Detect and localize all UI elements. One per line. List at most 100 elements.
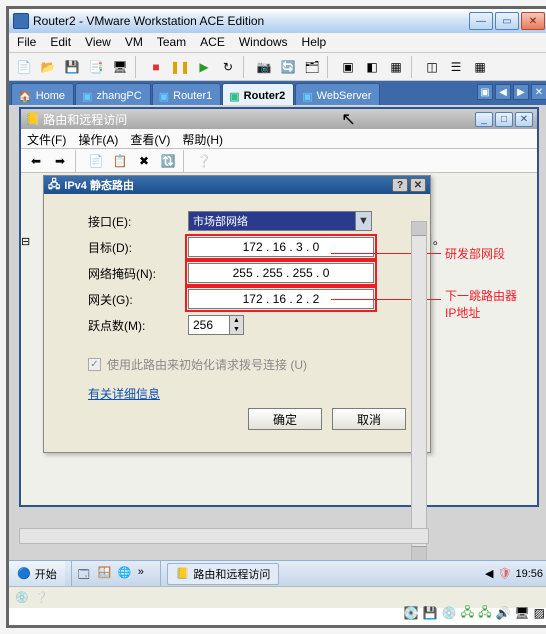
details-link[interactable]: 有关详细信息	[88, 387, 160, 401]
view1-icon[interactable]: ◫	[421, 56, 443, 78]
dev-cd-icon[interactable]: 💿	[442, 606, 457, 620]
scroll-up-icon[interactable]	[412, 222, 426, 236]
vm-titlebar: Router2 - VMware Workstation ACE Edition…	[9, 9, 546, 33]
view3-icon[interactable]: ▦	[469, 56, 491, 78]
menu-file[interactable]: File	[17, 35, 36, 50]
tree-node[interactable]: ⊟	[21, 235, 30, 248]
menu-windows[interactable]: Windows	[239, 35, 288, 50]
rras-titlebar[interactable]: 📒 路由和远程访问 ↖ _ □ ✕	[21, 109, 537, 129]
rras-max-button[interactable]: □	[495, 112, 513, 127]
rras-menu-action[interactable]: 操作(A)	[78, 131, 118, 146]
tb-save-icon[interactable]: 💾	[61, 56, 83, 78]
status-help-icon[interactable]: ❔	[35, 591, 49, 604]
tb-open-icon[interactable]: 📂	[37, 56, 59, 78]
spin-up-icon[interactable]: ▲	[230, 316, 243, 325]
dev-sound-icon[interactable]: 🔊	[495, 606, 510, 620]
tb-new-icon[interactable]: 📄	[13, 56, 35, 78]
maximize-button[interactable]: ▭	[495, 12, 519, 30]
dest-input[interactable]: 172 . 16 . 3 . 0	[188, 237, 374, 257]
rras-menu-file[interactable]: 文件(F)	[27, 131, 66, 146]
interface-select[interactable]: 市场部网络 ▼	[188, 211, 372, 231]
snapshot-icon[interactable]: 📷	[253, 56, 275, 78]
delete-icon[interactable]: ✖	[133, 151, 155, 171]
status-cdrom-icon[interactable]: 💿	[15, 591, 29, 604]
menu-view[interactable]: View	[85, 35, 111, 50]
tb-servers-icon[interactable]: 🖥	[109, 56, 131, 78]
tab-more-icon[interactable]: ▣	[477, 84, 493, 100]
dev-vga-icon[interactable]: 🖥	[514, 606, 529, 620]
view2-icon[interactable]: ☰	[445, 56, 467, 78]
menu-ace[interactable]: ACE	[200, 35, 225, 50]
props-icon[interactable]: 📋	[109, 151, 131, 171]
tray-security-icon[interactable]: 🛡	[498, 567, 512, 580]
interface-value: 市场部网络	[193, 213, 248, 229]
fullscreen-icon[interactable]: ▣	[337, 56, 359, 78]
play-icon[interactable]: ▶	[193, 56, 215, 78]
tab-webserver[interactable]: ▣WebServer	[295, 83, 380, 105]
dialog-titlebar[interactable]: 🖧 IPv4 静态路由 ? ✕	[44, 176, 430, 194]
manage-snap-icon[interactable]: 🗂	[301, 56, 323, 78]
init-dod-checkbox: ✓ 使用此路由来初始化请求拨号连接 (U)	[88, 356, 416, 373]
label-metric: 跃点数(M):	[88, 317, 188, 334]
guest-desktop: 📒 路由和远程访问 ↖ _ □ ✕ 文件(F) 操作(A) 查看(V) 帮助(H…	[9, 105, 546, 586]
tab-next-icon[interactable]: ▶	[513, 84, 529, 100]
tile-icon[interactable]: ▦	[385, 56, 407, 78]
dialog-close-button[interactable]: ✕	[410, 178, 426, 192]
spin-down-icon[interactable]: ▼	[230, 325, 243, 334]
rras-title: 路由和远程访问	[43, 111, 127, 128]
dev-hd-icon[interactable]: 💽	[404, 606, 419, 620]
rras-menu-help[interactable]: 帮助(H)	[182, 131, 223, 146]
dev-net1-icon[interactable]: 🖧	[461, 603, 474, 624]
ql-windows-icon[interactable]: 🪟	[98, 566, 114, 582]
capture-icon[interactable]: ◧	[361, 56, 383, 78]
mask-input[interactable]: 255 . 255 . 255 . 0	[188, 263, 374, 283]
tab-router2[interactable]: ▣Router2	[222, 83, 294, 105]
task-rras[interactable]: 📒 路由和远程访问	[167, 563, 280, 585]
revert-icon[interactable]: 🔄	[277, 56, 299, 78]
close-button[interactable]: ✕	[521, 12, 545, 30]
tab-home[interactable]: 🏠Home	[11, 83, 74, 105]
v-scrollbar[interactable]	[411, 221, 427, 561]
dialog-help-button[interactable]: ?	[392, 178, 408, 192]
rras-close-button[interactable]: ✕	[515, 112, 533, 127]
tb-manage-icon[interactable]: 📑	[85, 56, 107, 78]
refresh-icon[interactable]: 🔃	[157, 151, 179, 171]
checkbox-label: 使用此路由来初始化请求拨号连接 (U)	[107, 356, 307, 373]
ql-ie-icon[interactable]: 🌐	[118, 566, 134, 582]
reset-icon[interactable]: ↻	[217, 56, 239, 78]
rras-min-button[interactable]: _	[475, 112, 493, 127]
menu-help[interactable]: Help	[302, 35, 327, 50]
tab-close-icon[interactable]: ✕	[531, 84, 546, 100]
dev-net2-icon[interactable]: 🖧	[478, 603, 491, 624]
stop-icon[interactable]: ■	[145, 56, 167, 78]
dialog-icon: 🖧	[48, 176, 60, 195]
vm-tabs: 🏠Home ▣zhangPC ▣Router1 ▣Router2 ▣WebSer…	[9, 81, 546, 105]
dev-disk-icon[interactable]: 💾	[423, 606, 438, 620]
up-icon[interactable]: 📄	[85, 151, 107, 171]
scroll-down-icon[interactable]	[412, 546, 426, 560]
tray-back-icon[interactable]: ◀	[485, 567, 493, 580]
back-icon[interactable]: ⬅	[25, 151, 47, 171]
dialog-title: IPv4 静态路由	[64, 177, 134, 193]
fwd-icon[interactable]: ➡	[49, 151, 71, 171]
dropdown-arrow-icon[interactable]: ▼	[355, 212, 371, 230]
ok-button[interactable]: 确定	[248, 408, 322, 430]
menu-vm[interactable]: VM	[125, 35, 143, 50]
tab-prev-icon[interactable]: ◀	[495, 84, 511, 100]
menu-edit[interactable]: Edit	[50, 35, 71, 50]
ql-desktop-icon[interactable]: 🗔	[78, 566, 94, 582]
rras-menu-view[interactable]: 查看(V)	[130, 131, 170, 146]
cancel-button[interactable]: 取消	[332, 408, 406, 430]
h-scrollbar[interactable]	[19, 528, 429, 544]
tab-zhangpc[interactable]: ▣zhangPC	[75, 83, 151, 105]
menu-team[interactable]: Team	[157, 35, 186, 50]
metric-input[interactable]: 256 ▲▼	[188, 315, 244, 335]
ql-more-icon[interactable]: »	[138, 566, 154, 582]
start-button[interactable]: 🔵 开始	[9, 561, 65, 587]
rras-menubar: 文件(F) 操作(A) 查看(V) 帮助(H)	[21, 129, 537, 149]
tab-router1[interactable]: ▣Router1	[152, 83, 222, 105]
clock[interactable]: 19:56	[515, 568, 543, 580]
pause-icon[interactable]: ❚❚	[169, 56, 191, 78]
minimize-button[interactable]: —	[469, 12, 493, 30]
help-icon[interactable]: ❔	[193, 151, 215, 171]
